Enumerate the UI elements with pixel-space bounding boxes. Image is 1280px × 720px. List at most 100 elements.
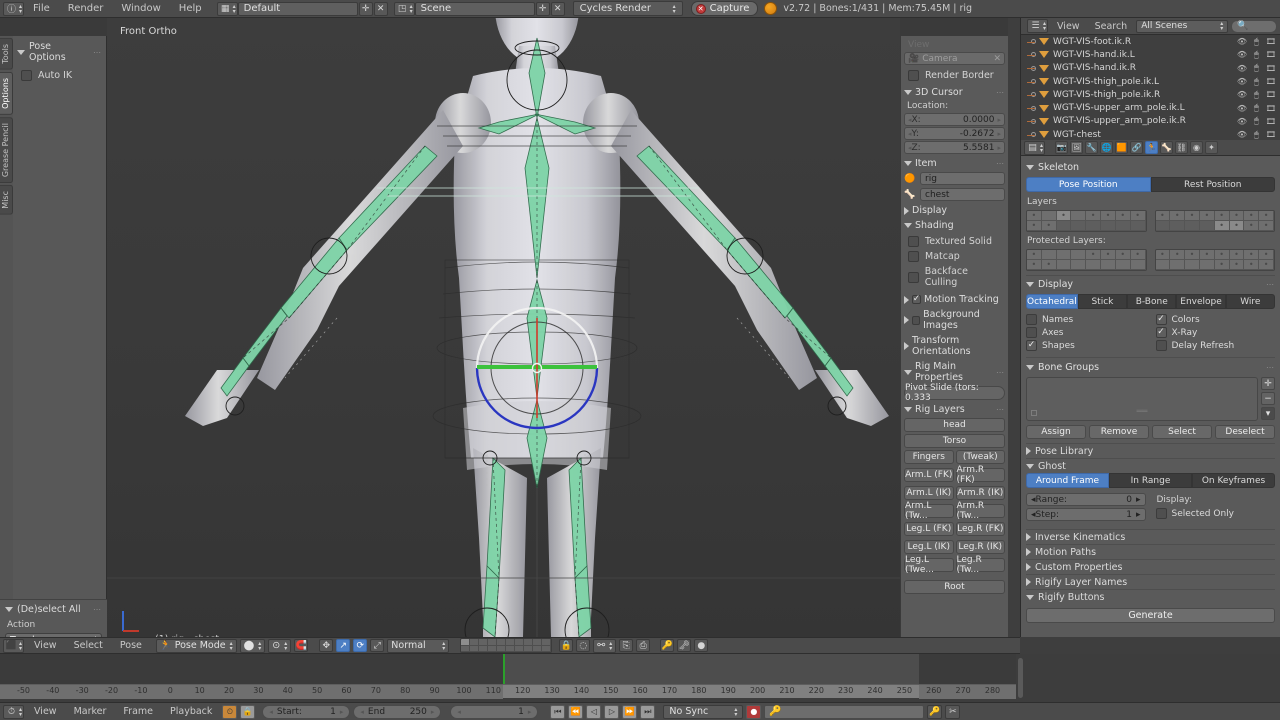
layer-cell[interactable] [1027,250,1042,260]
renderable-camera-icon[interactable]: 🎞 [1266,104,1276,113]
selectable-cursor-icon[interactable]: 🖱 [1254,50,1259,60]
object-name-field[interactable]: rig [920,172,1005,185]
timeline-ruler[interactable]: -50 -40 -30 -20 -10 0 10 20 30 40 50 60 70 80 90 100 110… [0,684,1016,699]
armature-layers-right-block[interactable] [1154,210,1275,232]
rig-main-properties-header[interactable]: Rig Main Properties ⋯ [904,361,1005,383]
rig-layer-torso[interactable]: Torso [904,434,1005,448]
pose-position-button[interactable]: Pose Position [1026,177,1151,192]
outliner-editor-type-selector[interactable]: ☰ ▴ ▾ [1027,19,1049,33]
deselect-button[interactable]: Deselect [1215,425,1275,439]
background-images-header[interactable]: Background Images [904,309,1005,331]
cursor-z-field[interactable]: ◂ Z: 5.5581 ▸ [904,141,1005,154]
autokey-button[interactable]: ● [694,639,709,652]
rig-layer-tweak[interactable]: (Tweak) [955,450,1005,464]
xray-checkbox[interactable] [1155,327,1167,338]
renderable-camera-icon[interactable]: 🎞 [1266,90,1276,99]
layer-cell[interactable] [1229,221,1245,231]
scene-layer-cell[interactable] [506,645,516,652]
ghost-panel-header[interactable]: Ghost [1026,458,1275,473]
increment-icon[interactable]: ▸ [1136,495,1141,505]
assign-button[interactable]: Assign [1026,425,1086,439]
scene-layer-cell[interactable] [479,645,489,652]
layer-cell[interactable] [1155,211,1171,221]
backface-culling-row[interactable]: Backface Culling [904,264,1005,290]
shapes-option[interactable]: Shapes [1026,340,1146,351]
outliner-menu-search[interactable]: Search [1089,21,1134,32]
item-panel-header[interactable]: Item ⋯ [904,158,1005,169]
timeline-menu-view[interactable]: View [27,706,64,717]
clear-camera-icon[interactable]: ✕ [993,54,1001,64]
layer-cell[interactable] [1155,250,1171,260]
viewport-menu-select[interactable]: Select [67,640,110,651]
tab-object-data-armature[interactable]: 🏃 [1145,141,1159,154]
properties-editor[interactable]: Skeleton Pose Position Rest Position Lay… [1020,156,1280,637]
outliner-row[interactable]: WGT-VIS-hand.ik.R 👁 🖱 🎞 [1021,62,1280,75]
manipulator-toggle-button[interactable]: ✥ [319,639,334,652]
layer-cell[interactable] [1086,250,1102,260]
pose-options-panel-header[interactable]: Pose Options ⋯ [17,41,102,63]
rig-layer-arm-l-fk[interactable]: Arm.L (FK) [904,468,954,482]
layer-cell[interactable] [1071,260,1087,270]
names-checkbox[interactable] [1026,314,1037,325]
ghost-selected-only-option[interactable]: Selected Only [1155,508,1276,519]
layer-cell[interactable] [1229,250,1245,260]
visibility-eye-icon[interactable]: 👁 [1237,50,1247,59]
cursor-y-field[interactable]: ◂ Y: -0.2672 ▸ [904,127,1005,140]
menu-help[interactable]: Help [170,0,211,18]
ghost-around-frame-button[interactable]: Around Frame [1026,473,1109,488]
object-name-row[interactable]: 🟠 rig [904,172,1005,185]
decrement-icon[interactable]: ◂ [360,708,364,716]
editor-type-selector[interactable]: ⓘ ▴ ▾ [3,1,25,16]
rest-position-button[interactable]: Rest Position [1150,177,1275,192]
timeline-editor[interactable]: -50 -40 -30 -20 -10 0 10 20 30 40 50 60 70 80 90 100 110… [0,654,1280,702]
outliner-search-input[interactable]: 🔍 [1231,19,1277,33]
cursor-x-field[interactable]: ◂ X: 0.0000 ▸ [904,113,1005,126]
display-stick-button[interactable]: Stick [1077,294,1128,309]
rig-layer-leg-r-ik[interactable]: Leg.R (IK) [955,540,1005,554]
tab-object[interactable]: 🟧 [1115,141,1129,154]
auto-ik-row[interactable]: Auto IK [17,68,102,83]
delay-refresh-option[interactable]: Delay Refresh [1155,340,1276,351]
bone-name-field[interactable]: chest [920,188,1005,201]
tab-misc[interactable]: Misc [0,184,13,215]
tab-render[interactable]: 📷 [1055,141,1069,154]
bone-groups-list[interactable]: ══ [1026,377,1258,421]
render-border-checkbox[interactable] [908,70,919,81]
tab-grease-pencil[interactable]: Grease Pencil [0,116,13,183]
increment-icon[interactable]: ▸ [997,130,1001,138]
layer-cell[interactable] [1130,211,1146,221]
rig-layer-leg-r-fk[interactable]: Leg.R (FK) [955,522,1005,536]
bone-group-specials-menu-button[interactable]: ▾ [1261,407,1275,420]
sync-mode-dropdown[interactable]: No Sync ▴ ▾ [663,704,744,719]
scale-manipulator-button[interactable]: ⤢ [370,639,385,652]
transform-orientations-header[interactable]: Transform Orientations [904,335,1005,357]
layer-cell[interactable] [1056,221,1072,231]
motion-paths-panel-header[interactable]: Motion Paths [1026,544,1275,559]
skeleton-panel-header[interactable]: Skeleton [1026,162,1275,173]
rig-layer-arm-r-fk[interactable]: Arm.R (FK) [955,465,1005,485]
insert-keyframe-button[interactable]: 🔑 [927,704,943,719]
layer-cell[interactable] [1041,250,1057,260]
scene-layer-cell[interactable] [488,645,498,652]
selected-only-checkbox[interactable] [1155,508,1167,519]
colors-checkbox[interactable] [1155,314,1167,325]
custom-properties-panel-header[interactable]: Custom Properties [1026,559,1275,574]
increment-icon[interactable]: ▸ [1136,510,1141,520]
next-keyframe-button[interactable]: ⏩ [622,704,638,719]
layer-cell[interactable] [1185,260,1200,270]
protected-layers-left-block[interactable] [1026,249,1147,271]
layer-cell[interactable] [1071,211,1087,221]
layer-cell[interactable] [1199,260,1215,270]
tab-bone[interactable]: 🦴 [1160,141,1174,154]
jump-to-start-button[interactable]: ⏮ [550,704,566,719]
layer-cell[interactable] [1214,221,1230,231]
decrement-icon[interactable]: ◂ [269,708,273,716]
layer-cell[interactable] [1086,260,1102,270]
renderable-camera-icon[interactable]: 🎞 [1266,37,1276,46]
selectable-cursor-icon[interactable]: 🖱 [1254,90,1259,100]
outliner-editor[interactable]: ☰ ▴ ▾ View Search All Scenes ▴ ▾ 🔍 WGT-VIS… [1020,18,1280,140]
menu-render[interactable]: Render [59,0,113,18]
outliner-row[interactable]: WGT-VIS-upper_arm_pole.ik.R 👁 🖱 🎞 [1021,115,1280,128]
layer-cell[interactable] [1130,221,1146,231]
display-wire-button[interactable]: Wire [1225,294,1275,309]
